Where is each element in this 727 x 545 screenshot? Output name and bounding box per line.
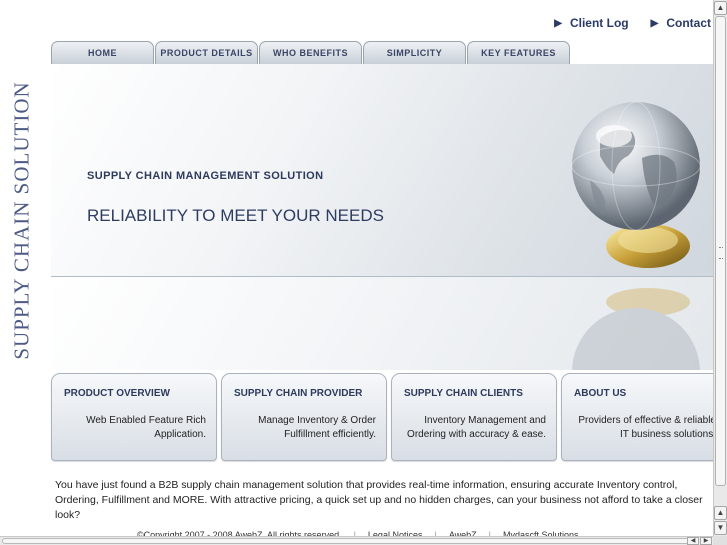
scroll-grip-icon [719,247,723,259]
main-nav-tabs: HOME PRODUCT DETAILS WHO BENEFITS SIMPLI… [51,41,571,64]
tab-simplicity[interactable]: SIMPLICITY [363,41,466,64]
scroll-left-arrow-icon[interactable]: ◀ [687,537,699,545]
scroll-up-arrow-icon[interactable]: ▲ [714,506,727,520]
glass-globe-icon [571,101,700,268]
contact-label: Contact [666,16,711,30]
card-body: Manage Inventory & Order Fulfillment eff… [258,415,376,440]
triangle-right-icon: ▶ [650,17,659,29]
card-product-overview[interactable]: PRODUCT OVERVIEW Web Enabled Feature Ric… [51,373,217,461]
scroll-up-arrow-icon[interactable]: ▲ [714,1,727,15]
card-body: Providers of effective & reliable IT bus… [578,415,716,440]
client-login-label: Client Log [569,16,629,30]
vertical-scroll-thumb[interactable] [715,16,726,486]
hero-subtitle: SUPPLY CHAIN MANAGEMENT SOLUTION [87,170,324,182]
hero-headline: RELIABILITY TO MEET YOUR NEEDS [87,206,384,225]
top-links: ▶ Client Log ▶ Contact [554,16,711,30]
card-about-us[interactable]: ABOUT US Providers of effective & reliab… [561,373,727,461]
card-body: Web Enabled Feature Rich Application. [86,415,206,440]
card-title: ABOUT US [574,388,627,399]
tab-key-features[interactable]: KEY FEATURES [467,41,570,64]
contact-link[interactable]: ▶ Contact [651,16,711,30]
glass-globe-reflection [572,288,700,370]
feature-cards: PRODUCT OVERVIEW Web Enabled Feature Ric… [51,373,727,461]
scroll-down-arrow-icon[interactable]: ▼ [714,521,727,535]
card-body: Inventory Management and Ordering with a… [407,415,546,440]
card-title: SUPPLY CHAIN PROVIDER [234,388,363,399]
scroll-right-arrow-icon[interactable]: ▶ [700,537,712,545]
card-title: SUPPLY CHAIN CLIENTS [404,388,523,399]
tab-home[interactable]: HOME [51,41,154,64]
side-title: SUPPLY CHAIN SOLUTION [8,80,36,360]
card-title: PRODUCT OVERVIEW [64,388,170,399]
vertical-scrollbar[interactable]: ▲ ▲ ▼ [713,0,727,536]
client-login-link[interactable]: ▶ Client Log [554,16,628,30]
scrollbar-corner [713,536,727,545]
tab-product-details[interactable]: PRODUCT DETAILS [155,41,258,64]
card-supply-chain-clients[interactable]: SUPPLY CHAIN CLIENTS Inventory Managemen… [391,373,557,461]
tab-who-benefits[interactable]: WHO BENEFITS [259,41,362,64]
triangle-right-icon: ▶ [554,17,562,29]
horizontal-scrollbar[interactable]: ◀ ▶ [0,536,713,545]
intro-paragraph: You have just found a B2B supply chain m… [55,479,703,521]
side-title-text: SUPPLY CHAIN SOLUTION [9,80,34,360]
card-supply-chain-provider[interactable]: SUPPLY CHAIN PROVIDER Manage Inventory &… [221,373,387,461]
horizontal-scroll-thumb[interactable] [2,538,692,544]
